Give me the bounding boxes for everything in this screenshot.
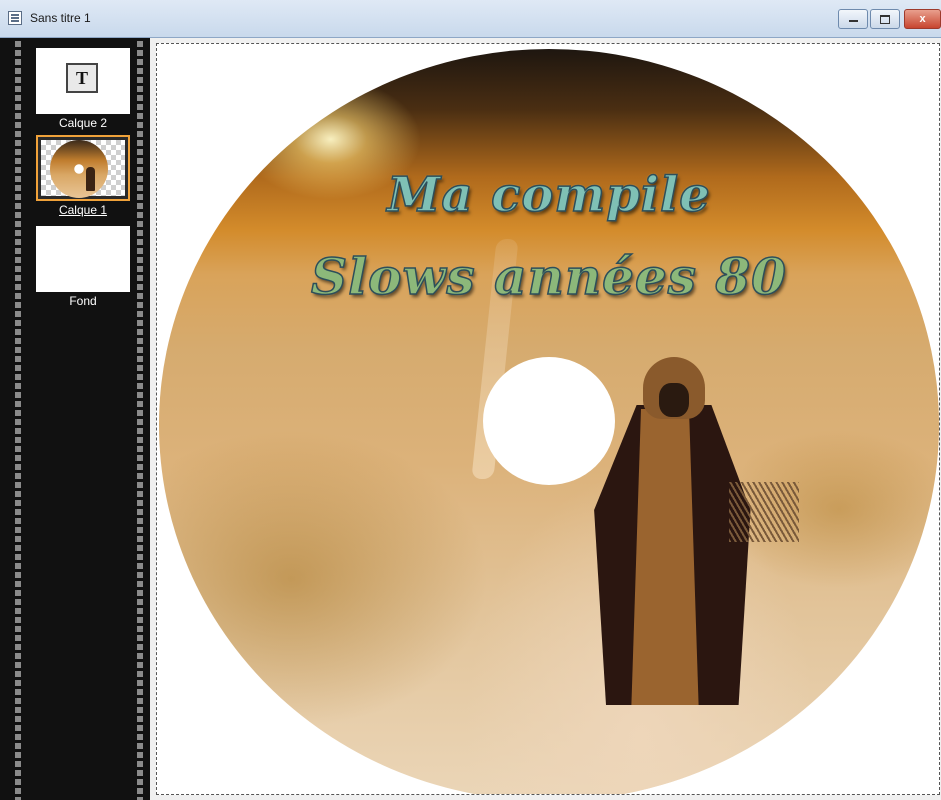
film-strip-right [134, 38, 146, 800]
text-layer-icon: T [66, 63, 98, 93]
layer-thumbnail[interactable] [36, 226, 130, 292]
document-icon [8, 11, 22, 25]
hooded-monk-figure [589, 357, 799, 717]
minimize-icon [848, 20, 858, 23]
close-icon: x [919, 13, 926, 25]
minimize-button[interactable] [838, 9, 868, 29]
layer-label: Fond [69, 294, 97, 308]
figure-thumbnail-image [86, 167, 95, 191]
window-title-bar[interactable]: Sans titre 1 x [0, 0, 941, 38]
layer-item-calque-1[interactable]: Calque 1 [34, 135, 132, 217]
cd-label-image: Ma compile Slows années 80 [159, 49, 939, 794]
disc-title-line1: Ma compile [386, 166, 711, 224]
layer-item-fond[interactable]: Fond [34, 226, 132, 308]
window-title: Sans titre 1 [30, 11, 91, 25]
layer-thumbnail[interactable] [36, 135, 130, 201]
layer-label: Calque 1 [58, 203, 108, 217]
disc-thumbnail-image [50, 140, 108, 198]
layer-label: Calque 2 [58, 116, 108, 130]
hood-shadow [659, 383, 689, 417]
straw-bundle [729, 482, 799, 542]
image-canvas[interactable]: Ma compile Slows années 80 [156, 43, 940, 795]
layer-thumbnail[interactable]: T [36, 48, 130, 114]
layer-item-calque-2[interactable]: T Calque 2 [34, 48, 132, 130]
cd-center-hole [483, 357, 615, 485]
film-strip-left [12, 38, 24, 800]
maximize-icon [880, 14, 890, 24]
close-button[interactable]: x [904, 9, 941, 29]
layer-panel: T Calque 2 Calque 1 Fond [0, 38, 150, 800]
maximize-button[interactable] [870, 9, 900, 29]
disc-title-line2: Slows années 80 [310, 246, 787, 307]
